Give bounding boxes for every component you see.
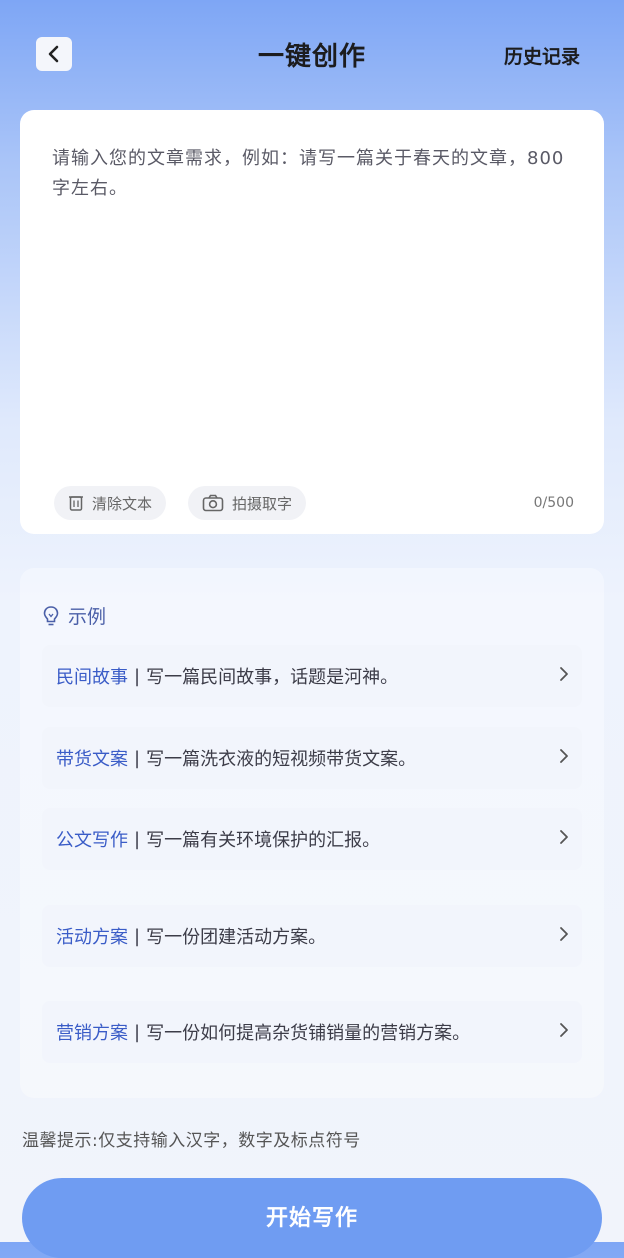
photo-capture-button[interactable]: 拍摄取字	[188, 486, 307, 520]
example-text: 写一份团建活动方案。	[146, 927, 327, 948]
examples-header: 示例	[42, 602, 106, 629]
trash-icon	[69, 496, 83, 511]
example-separator: |	[134, 828, 141, 850]
chevron-right-icon	[560, 749, 568, 763]
example-text: 写一篇洗衣液的短视频带货文案。	[146, 749, 417, 770]
clear-text-label: 清除文本	[92, 494, 153, 513]
example-item-marketing-plan[interactable]: 营销方案 | 写一份如何提高杂货铺销量的营销方案。	[42, 1001, 582, 1063]
header: 一键创作 历史记录	[0, 0, 624, 108]
text-input-area[interactable]: 请输入您的文章需求，例如：请写一篇关于春天的文章，800字左右。 清除文本 拍摄…	[20, 110, 604, 534]
photo-capture-label: 拍摄取字	[232, 494, 293, 513]
example-separator: |	[134, 925, 141, 947]
example-tag: 活动方案	[56, 927, 128, 948]
example-tag: 带货文案	[56, 749, 128, 770]
camera-icon	[202, 494, 224, 512]
history-button[interactable]: 历史记录	[504, 42, 580, 69]
example-item-folk-story[interactable]: 民间故事 | 写一篇民间故事，话题是河神。	[42, 645, 582, 707]
char-counter: 0/500	[533, 495, 574, 511]
example-text: 写一篇民间故事，话题是河神。	[146, 667, 399, 688]
start-writing-button[interactable]: 开始写作	[22, 1178, 602, 1258]
chevron-right-icon	[560, 667, 568, 681]
chevron-right-icon	[560, 927, 568, 941]
example-tag: 营销方案	[56, 1023, 128, 1044]
example-item-official-writing[interactable]: 公文写作 | 写一篇有关环境保护的汇报。	[42, 808, 582, 870]
start-writing-label: 开始写作	[265, 1206, 358, 1231]
example-tag: 民间故事	[56, 667, 128, 688]
chevron-right-icon	[560, 830, 568, 844]
examples-title: 示例	[68, 606, 107, 628]
example-separator: |	[134, 1021, 141, 1043]
input-tip: 温馨提示:仅支持输入汉字，数字及标点符号	[22, 1131, 361, 1151]
example-text: 写一篇有关环境保护的汇报。	[146, 830, 381, 851]
examples-panel: 示例 民间故事 | 写一篇民间故事，话题是河神。 带货文案 | 写一篇洗衣液的短…	[20, 568, 604, 1098]
clear-text-button[interactable]: 清除文本	[54, 486, 167, 520]
lightbulb-icon	[43, 605, 59, 625]
example-item-event-plan[interactable]: 活动方案 | 写一份团建活动方案。	[42, 905, 582, 967]
example-tag: 公文写作	[56, 830, 128, 851]
example-text: 写一份如何提高杂货铺销量的营销方案。	[146, 1023, 471, 1044]
example-item-sales-copy[interactable]: 带货文案 | 写一篇洗衣液的短视频带货文案。	[42, 727, 582, 789]
input-placeholder: 请输入您的文章需求，例如：请写一篇关于春天的文章，800字左右。	[52, 148, 565, 199]
example-separator: |	[134, 747, 141, 769]
example-separator: |	[134, 665, 141, 687]
chevron-right-icon	[560, 1023, 568, 1037]
